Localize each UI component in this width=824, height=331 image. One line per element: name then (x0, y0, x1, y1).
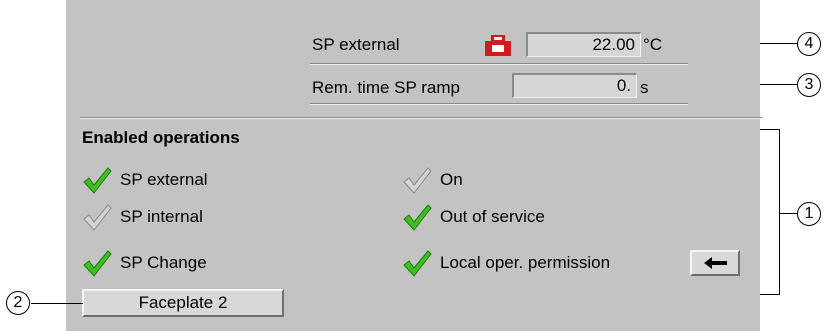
divider-highlight (310, 104, 688, 105)
local-oper-permission-button[interactable] (690, 250, 740, 276)
sp-external-value: 22.00 (526, 32, 641, 57)
checkmark-icon (403, 204, 432, 231)
checkmark-icon (83, 250, 112, 277)
checkmark-icon (403, 250, 432, 277)
section-divider-highlight (80, 118, 762, 119)
divider-highlight (310, 64, 688, 65)
checkmark-icon (403, 167, 432, 194)
sp-external-label: SP external (312, 35, 400, 54)
operation-label: Out of service (440, 207, 545, 226)
operation-label: SP external (120, 170, 208, 189)
arrow-left-icon (704, 257, 727, 269)
operation-sp-change: SP Change (82, 249, 207, 277)
callout-4: 4 (797, 32, 821, 56)
callout-bracket-bottom (760, 294, 780, 295)
rem-time-unit: s (640, 78, 649, 97)
operation-label: SP internal (120, 207, 203, 226)
enabled-operations-title: Enabled operations (82, 128, 240, 147)
callout-bracket (779, 129, 780, 295)
operation-sp-external: SP external (82, 166, 208, 194)
rem-time-value: 0. (512, 73, 637, 98)
callout-1: 1 (797, 202, 821, 226)
faceplate-2-button[interactable]: Faceplate 2 (82, 289, 284, 317)
callout-bracket-top (760, 129, 780, 130)
checkmark-icon (83, 204, 112, 231)
operation-label: On (440, 170, 463, 189)
operation-label: SP Change (120, 253, 207, 272)
callout-line (760, 84, 798, 85)
external-setpoint-icon (483, 31, 513, 57)
callout-line (31, 303, 83, 304)
callout-line (779, 213, 798, 214)
callout-line (760, 43, 798, 44)
checkmark-icon (83, 167, 112, 194)
operation-local-oper-permission: Local oper. permission (402, 249, 610, 277)
operation-on: On (402, 166, 463, 194)
sp-external-unit: °C (643, 35, 663, 54)
callout-3: 3 (797, 73, 821, 97)
operation-label: Local oper. permission (440, 253, 611, 272)
operation-sp-internal: SP internal (82, 203, 203, 231)
callout-2: 2 (6, 291, 30, 315)
rem-time-label: Rem. time SP ramp (312, 78, 461, 97)
operation-out-of-service: Out of service (402, 203, 545, 231)
